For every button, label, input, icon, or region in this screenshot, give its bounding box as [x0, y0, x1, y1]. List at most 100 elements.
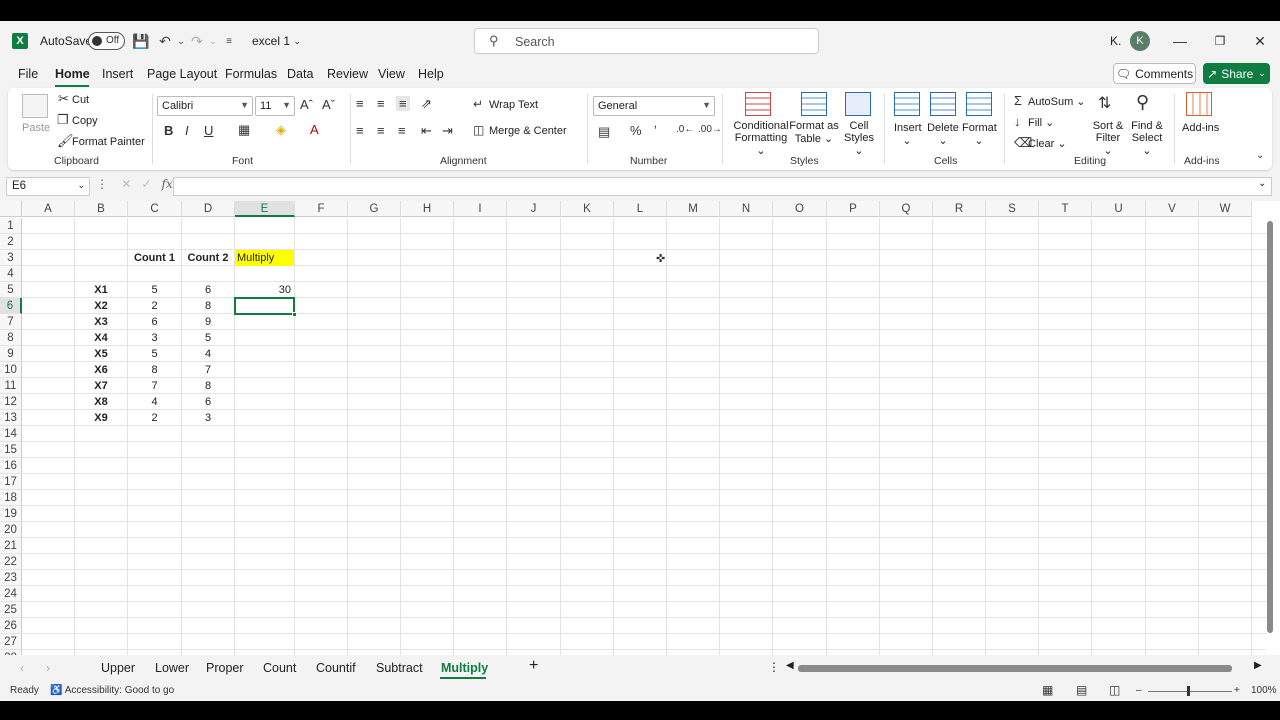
- sheet-tab-multiply[interactable]: Multiply: [441, 661, 488, 675]
- wrap-text-button[interactable]: Wrap Text: [489, 99, 538, 111]
- count-2-cell[interactable]: 9: [182, 314, 234, 330]
- count-1-cell[interactable]: 3: [128, 330, 181, 346]
- count-1-cell[interactable]: 6: [128, 314, 181, 330]
- sheet-tab-lower[interactable]: Lower: [155, 661, 189, 675]
- row-header-7[interactable]: 7: [0, 314, 22, 330]
- font-name-select[interactable]: Calibri ▼: [157, 96, 253, 116]
- count-1-cell[interactable]: 5: [128, 282, 181, 298]
- enter-icon[interactable]: ✓: [141, 177, 151, 191]
- conditional-formatting-button[interactable]: Conditional Formatting ⌄: [731, 120, 791, 157]
- sheet-tab-count[interactable]: Count: [263, 661, 296, 675]
- count-2-cell[interactable]: 6: [182, 394, 234, 410]
- row-header-3[interactable]: 3: [0, 250, 22, 266]
- multiply-cell[interactable]: [235, 330, 294, 346]
- align-top-icon[interactable]: ≡: [356, 96, 364, 111]
- menu-review[interactable]: Review: [327, 67, 368, 81]
- sheet-tab-subtract[interactable]: Subtract: [376, 661, 423, 675]
- paste-button[interactable]: Paste: [22, 122, 50, 134]
- row-label-cell[interactable]: X1: [75, 282, 127, 298]
- row-header-18[interactable]: 18: [0, 490, 22, 506]
- font-size-select[interactable]: 11 ▼: [255, 96, 295, 116]
- increase-indent-icon[interactable]: ⇥: [442, 123, 453, 139]
- count-2-cell[interactable]: 6: [182, 282, 234, 298]
- align-center-icon[interactable]: ≡: [377, 123, 385, 138]
- row-header-6[interactable]: 6: [0, 298, 22, 314]
- comma-style-icon[interactable]: ʼ: [654, 123, 657, 138]
- align-left-icon[interactable]: ≡: [356, 123, 364, 138]
- zoom-level[interactable]: 100%: [1251, 685, 1277, 696]
- vertical-scrollbar-thumb[interactable]: [1267, 221, 1273, 633]
- row-header-15[interactable]: 15: [0, 442, 22, 458]
- column-header-e[interactable]: E: [235, 201, 295, 217]
- count-2-cell[interactable]: 7: [182, 362, 234, 378]
- count-2-cell[interactable]: 8: [182, 378, 234, 394]
- more-options-icon[interactable]: ⋮: [96, 177, 108, 191]
- currency-icon[interactable]: ▤: [598, 124, 610, 140]
- font-color-icon[interactable]: A: [310, 122, 319, 137]
- fill-button[interactable]: Fill ⌄: [1028, 116, 1054, 129]
- menu-view[interactable]: View: [378, 67, 405, 81]
- delete-cells-button[interactable]: Delete ⌄: [927, 122, 959, 147]
- paste-icon[interactable]: [22, 94, 48, 118]
- search-box[interactable]: ⚲ Search: [474, 28, 819, 54]
- row-header-20[interactable]: 20: [0, 522, 22, 538]
- menu-insert[interactable]: Insert: [102, 67, 133, 81]
- add-sheet-button[interactable]: +: [529, 657, 538, 675]
- comments-button[interactable]: 🗨 Comments: [1113, 63, 1196, 84]
- collapse-ribbon-icon[interactable]: ⌄: [1256, 150, 1264, 161]
- multiply-cell[interactable]: [235, 378, 294, 394]
- column-header-i[interactable]: I: [454, 201, 507, 217]
- minimize-icon[interactable]: —: [1170, 31, 1190, 51]
- format-as-table-button[interactable]: Format as Table ⌄: [788, 120, 840, 145]
- percent-icon[interactable]: %: [630, 123, 642, 138]
- next-sheet-icon[interactable]: ›: [46, 661, 50, 675]
- insert-function-icon[interactable]: fx: [162, 177, 173, 191]
- align-right-icon[interactable]: ≡: [398, 123, 406, 138]
- multiply-cell[interactable]: [235, 410, 294, 426]
- decrease-indent-icon[interactable]: ⇤: [421, 123, 432, 139]
- file-name[interactable]: excel 1 ⌄: [252, 34, 301, 48]
- row-header-24[interactable]: 24: [0, 586, 22, 602]
- count-2-cell[interactable]: 8: [182, 298, 234, 314]
- clear-button[interactable]: Clear ⌄: [1028, 137, 1067, 150]
- column-header-o[interactable]: O: [773, 201, 827, 217]
- expand-formula-icon[interactable]: ⌄: [1258, 178, 1266, 189]
- sheet-tab-countif[interactable]: Countif: [316, 661, 356, 675]
- autosum-button[interactable]: AutoSum ⌄: [1028, 95, 1086, 108]
- count-1-cell[interactable]: 4: [128, 394, 181, 410]
- align-middle-icon[interactable]: ≡: [377, 96, 385, 111]
- row-header-25[interactable]: 25: [0, 602, 22, 618]
- select-all-corner[interactable]: [0, 201, 22, 217]
- multiply-cell[interactable]: [235, 346, 294, 362]
- column-header-d[interactable]: D: [182, 201, 235, 217]
- formula-input[interactable]: [173, 177, 1272, 196]
- row-header-22[interactable]: 22: [0, 554, 22, 570]
- row-label-cell[interactable]: X6: [75, 362, 127, 378]
- row-label-cell[interactable]: X4: [75, 330, 127, 346]
- scroll-left-icon[interactable]: ◀: [786, 660, 794, 671]
- restore-icon[interactable]: ❐: [1210, 31, 1230, 51]
- column-header-f[interactable]: F: [295, 201, 348, 217]
- bold-icon[interactable]: B: [164, 123, 173, 138]
- close-icon[interactable]: ✕: [1250, 31, 1270, 51]
- page-layout-view-icon[interactable]: ▤: [1076, 683, 1087, 697]
- menu-file[interactable]: File: [18, 67, 38, 81]
- column-header-w[interactable]: W: [1199, 201, 1252, 217]
- sheet-tab-proper[interactable]: Proper: [206, 661, 244, 675]
- column-header-m[interactable]: M: [667, 201, 720, 217]
- row-header-21[interactable]: 21: [0, 538, 22, 554]
- row-header-12[interactable]: 12: [0, 394, 22, 410]
- menu-help[interactable]: Help: [418, 67, 444, 81]
- active-cell-selection[interactable]: [234, 297, 297, 317]
- avatar[interactable]: K: [1130, 31, 1150, 51]
- row-header-11[interactable]: 11: [0, 378, 22, 394]
- multiply-cell[interactable]: [235, 314, 294, 330]
- column-header-h[interactable]: H: [401, 201, 454, 217]
- find-select-button[interactable]: Find & Select ⌄: [1128, 120, 1166, 157]
- multiply-cell[interactable]: [235, 394, 294, 410]
- row-header-19[interactable]: 19: [0, 506, 22, 522]
- header-count-2[interactable]: Count 2: [182, 250, 234, 266]
- column-header-c[interactable]: C: [128, 201, 182, 217]
- column-header-l[interactable]: L: [614, 201, 667, 217]
- multiply-cell[interactable]: [235, 362, 294, 378]
